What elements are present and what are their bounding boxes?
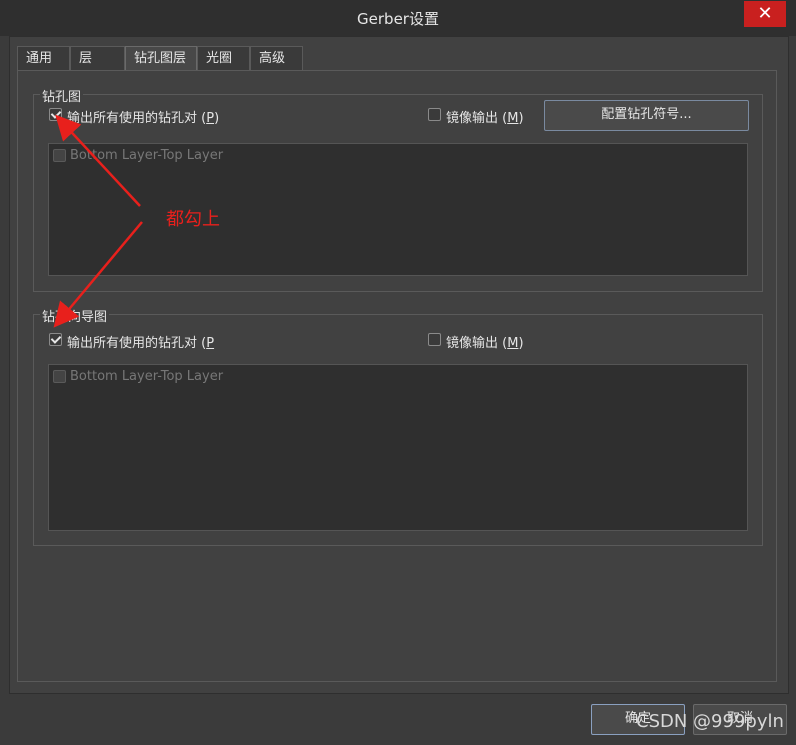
annotation-arrows [53,114,143,328]
csdn-watermark: CSDN @999pyln [636,711,784,732]
gerber-settings-dialog: Gerber设置 ✕ 通用 层 钻孔图层 光圈 高级 钻孔图 输出所有使用的钻孔… [0,0,796,745]
arrow-to-first-checkbox [55,114,141,207]
annotation-text: 都勾上 [166,209,220,230]
arrow-to-second-checkbox [53,221,143,328]
